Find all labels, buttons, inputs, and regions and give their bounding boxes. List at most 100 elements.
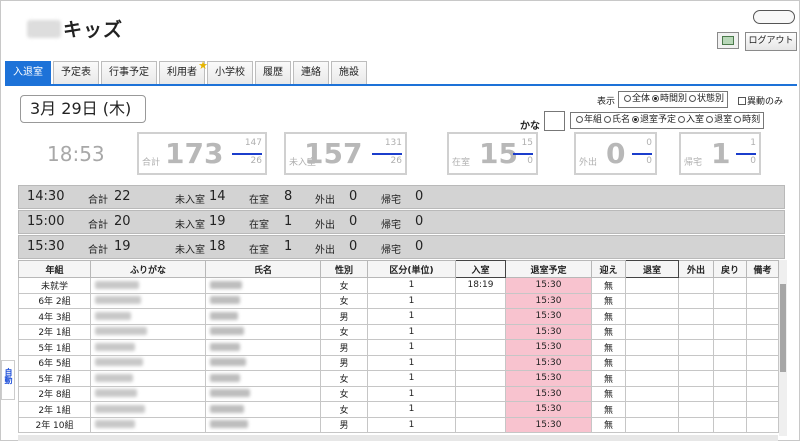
scroll-thumb[interactable] bbox=[780, 284, 786, 372]
check-in-cell[interactable] bbox=[455, 292, 506, 309]
check-in-cell[interactable] bbox=[455, 323, 506, 340]
auto-side-tab[interactable]: 自動 bbox=[1, 360, 15, 400]
name-cell[interactable] bbox=[205, 370, 321, 387]
outing-cell[interactable] bbox=[678, 401, 714, 418]
check-in-cell[interactable] bbox=[455, 308, 506, 325]
planned-exit-cell[interactable]: 15:30 bbox=[505, 323, 592, 340]
radio-icon[interactable] bbox=[624, 95, 631, 102]
planned-exit-cell[interactable]: 15:30 bbox=[505, 401, 592, 418]
tab-0[interactable]: 入退室 bbox=[5, 61, 51, 84]
outing-cell[interactable] bbox=[678, 277, 714, 294]
notes-cell[interactable] bbox=[746, 292, 779, 309]
check-out-cell[interactable] bbox=[625, 370, 679, 387]
table-row[interactable]: 4年 3組 男 1 15:30 無 bbox=[18, 308, 779, 325]
notes-cell[interactable] bbox=[746, 416, 779, 433]
pickup-cell[interactable]: 無 bbox=[591, 339, 626, 356]
check-in-cell[interactable]: 18:19 bbox=[455, 277, 506, 294]
radio-icon[interactable] bbox=[652, 95, 660, 102]
sort-option-4[interactable]: 退室 bbox=[704, 113, 732, 128]
notes-cell[interactable] bbox=[746, 308, 779, 325]
table-row[interactable]: 未就学 女 1 18:19 15:30 無 bbox=[18, 277, 779, 294]
check-out-cell[interactable] bbox=[625, 339, 679, 356]
check-out-cell[interactable] bbox=[625, 308, 679, 325]
vertical-scrollbar[interactable] bbox=[779, 260, 787, 436]
changes-only-checkbox[interactable]: 異動のみ bbox=[738, 94, 783, 107]
notes-cell[interactable] bbox=[746, 323, 779, 340]
radio-icon[interactable] bbox=[604, 116, 612, 123]
pickup-cell[interactable]: 無 bbox=[591, 401, 626, 418]
planned-exit-cell[interactable]: 15:30 bbox=[505, 354, 592, 371]
name-cell[interactable] bbox=[205, 277, 321, 294]
return-cell[interactable] bbox=[713, 292, 747, 309]
outing-cell[interactable] bbox=[678, 416, 714, 433]
display-option-0[interactable]: 全体 bbox=[622, 92, 650, 107]
tab-6[interactable]: 連絡 bbox=[293, 61, 329, 84]
pickup-cell[interactable]: 無 bbox=[591, 416, 626, 433]
return-cell[interactable] bbox=[713, 370, 747, 387]
pickup-cell[interactable]: 無 bbox=[591, 292, 626, 309]
outing-cell[interactable] bbox=[678, 323, 714, 340]
pickup-cell[interactable]: 無 bbox=[591, 354, 626, 371]
check-in-cell[interactable] bbox=[455, 385, 506, 402]
tab-2[interactable]: 行事予定 bbox=[101, 61, 157, 84]
notes-cell[interactable] bbox=[746, 277, 779, 294]
worksheet-icon[interactable] bbox=[717, 32, 739, 49]
kana-input[interactable] bbox=[544, 111, 565, 131]
radio-icon[interactable] bbox=[678, 116, 686, 123]
logout-button[interactable]: ログアウト bbox=[745, 32, 797, 51]
name-cell[interactable] bbox=[205, 323, 321, 340]
name-cell[interactable] bbox=[205, 292, 321, 309]
name-cell[interactable] bbox=[205, 416, 321, 433]
horizontal-scrollbar[interactable] bbox=[18, 435, 778, 441]
pickup-cell[interactable]: 無 bbox=[591, 308, 626, 325]
tab-5[interactable]: 履歴 bbox=[255, 61, 291, 84]
notes-cell[interactable] bbox=[746, 385, 779, 402]
notes-cell[interactable] bbox=[746, 354, 779, 371]
check-out-cell[interactable] bbox=[625, 292, 679, 309]
check-in-cell[interactable] bbox=[455, 401, 506, 418]
check-out-cell[interactable] bbox=[625, 354, 679, 371]
outing-cell[interactable] bbox=[678, 339, 714, 356]
checkbox-icon[interactable] bbox=[738, 97, 746, 105]
sort-option-2[interactable]: 退室予定 bbox=[630, 113, 676, 128]
notes-cell[interactable] bbox=[746, 370, 779, 387]
check-in-cell[interactable] bbox=[455, 339, 506, 356]
name-cell[interactable] bbox=[205, 308, 321, 325]
tab-1[interactable]: 予定表 bbox=[53, 61, 99, 84]
pickup-cell[interactable]: 無 bbox=[591, 370, 626, 387]
name-cell[interactable] bbox=[205, 339, 321, 356]
check-in-cell[interactable] bbox=[455, 416, 506, 433]
return-cell[interactable] bbox=[713, 323, 747, 340]
display-option-1[interactable]: 時間別 bbox=[650, 92, 687, 107]
planned-exit-cell[interactable]: 15:30 bbox=[505, 385, 592, 402]
outing-cell[interactable] bbox=[678, 308, 714, 325]
outing-cell[interactable] bbox=[678, 385, 714, 402]
check-in-cell[interactable] bbox=[455, 354, 506, 371]
table-row[interactable]: 6年 2組 女 1 15:30 無 bbox=[18, 292, 779, 309]
return-cell[interactable] bbox=[713, 354, 747, 371]
check-in-cell[interactable] bbox=[455, 370, 506, 387]
radio-icon[interactable] bbox=[689, 95, 697, 102]
pickup-cell[interactable]: 無 bbox=[591, 277, 626, 294]
pickup-cell[interactable]: 無 bbox=[591, 385, 626, 402]
tab-3[interactable]: 利用者 ★ bbox=[159, 59, 208, 84]
outing-cell[interactable] bbox=[678, 370, 714, 387]
table-row[interactable]: 5年 7組 女 1 15:30 無 bbox=[18, 370, 779, 387]
tab-4[interactable]: 小学校 bbox=[207, 61, 253, 84]
table-row[interactable]: 2年 1組 女 1 15:30 無 bbox=[18, 323, 779, 340]
top-pill-button[interactable] bbox=[753, 10, 795, 24]
check-out-cell[interactable] bbox=[625, 416, 679, 433]
notes-cell[interactable] bbox=[746, 401, 779, 418]
return-cell[interactable] bbox=[713, 277, 747, 294]
sort-option-5[interactable]: 時刻 bbox=[732, 113, 760, 128]
return-cell[interactable] bbox=[713, 385, 747, 402]
table-row[interactable]: 2年 8組 女 1 15:30 無 bbox=[18, 385, 779, 402]
sort-option-3[interactable]: 入室 bbox=[676, 113, 704, 128]
return-cell[interactable] bbox=[713, 401, 747, 418]
check-out-cell[interactable] bbox=[625, 277, 679, 294]
return-cell[interactable] bbox=[713, 339, 747, 356]
table-row[interactable]: 2年 10組 男 1 15:30 無 bbox=[18, 416, 779, 433]
name-cell[interactable] bbox=[205, 385, 321, 402]
planned-exit-cell[interactable]: 15:30 bbox=[505, 370, 592, 387]
planned-exit-cell[interactable]: 15:30 bbox=[505, 292, 592, 309]
